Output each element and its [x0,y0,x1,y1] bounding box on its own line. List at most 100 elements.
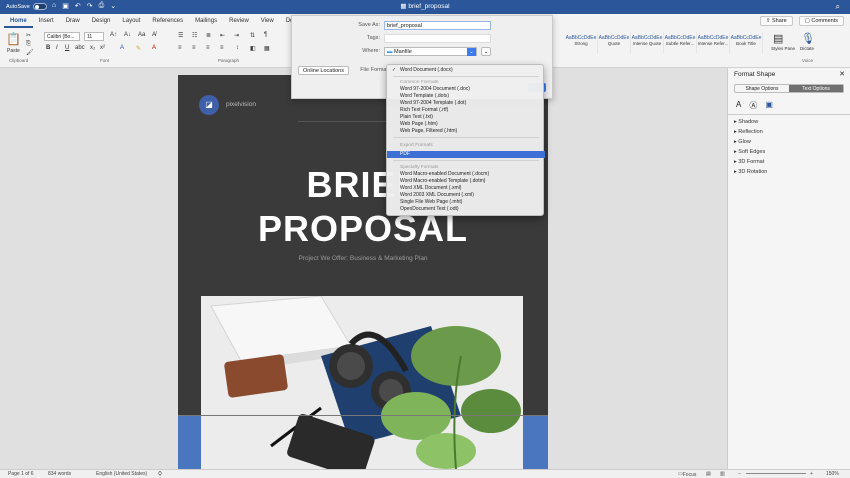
styles-pane-button[interactable]: Styles Pane [771,46,795,51]
text-fill-icon[interactable]: A [736,100,741,111]
menu-item-txt[interactable]: Plain Text (.txt) [387,114,545,121]
copy-icon[interactable]: ⎘ [26,41,31,48]
menu-item-dot[interactable]: Word 97-2004 Template (.dot) [387,100,545,107]
word-count[interactable]: 834 words [48,471,71,477]
superscript-button[interactable]: x² [100,45,105,51]
menu-item-htm-filtered[interactable]: Web Page, Filtered (.htm) [387,128,545,135]
tab-text-options[interactable]: Text Options [789,85,843,92]
justify-icon[interactable]: ≡ [220,45,224,51]
line-spacing-icon[interactable]: ↕ [236,45,239,51]
tab-insert[interactable]: Insert [33,14,60,28]
shrink-font-icon[interactable]: A↓ [124,32,131,38]
strikethrough-button[interactable]: abc [75,45,85,51]
style-strong[interactable]: AaBbCcDdEe Strong [565,32,598,54]
menu-item-htm[interactable]: Web Page (.htm) [387,121,545,128]
shading-icon[interactable]: ◧ [250,45,256,52]
underline-button[interactable]: U [65,45,69,51]
numbering-icon[interactable]: ☷ [192,32,197,39]
tab-layout[interactable]: Layout [116,14,146,28]
menu-item-mht[interactable]: Single File Web Page (.mht) [387,199,545,206]
subscript-button[interactable]: x₂ [90,45,95,51]
zoom-in-icon[interactable]: + [810,471,813,477]
paste-button[interactable]: Paste [7,48,20,54]
decrease-indent-icon[interactable]: ⇤ [220,32,225,39]
paste-icon[interactable]: 📋 [6,32,21,46]
increase-indent-icon[interactable]: ⇥ [234,32,239,39]
style-quote[interactable]: AaBbCcDdEe Quote [598,32,631,54]
style-intense-quote[interactable]: AaBbCcDdEe Intense Quote [631,32,664,54]
where-select[interactable]: ▬ Manfile ⌄ [384,47,477,56]
tab-mailings[interactable]: Mailings [189,14,223,28]
borders-icon[interactable]: ▦ [264,45,270,52]
menu-item-odt[interactable]: OpenDocument Text (.odt) [387,206,545,213]
tab-draw[interactable]: Draw [60,14,86,28]
menu-item-xml[interactable]: Word XML Document (.xml) [387,185,545,192]
bullets-icon[interactable]: ☰ [178,32,183,39]
focus-button[interactable]: ▭ Focus [678,471,696,478]
cut-icon[interactable]: ✂ [26,32,31,39]
menu-item-dotx[interactable]: Word Template (.dotx) [387,93,545,100]
align-left-icon[interactable]: ≡ [178,45,182,51]
tab-view[interactable]: View [255,14,280,28]
section-shadow[interactable]: ▸ Shadow [734,119,758,125]
page-count[interactable]: Page 1 of 6 [8,471,34,477]
menu-item-docm[interactable]: Word Macro-enabled Document (.docm) [387,171,545,178]
accessibility-icon[interactable]: ⛭ [158,471,162,477]
section-soft-edges[interactable]: ▸ Soft Edges [734,149,765,155]
styles-pane-icon[interactable]: ▤ [773,32,783,45]
menu-item-pdf[interactable]: PDF [387,151,545,158]
style-intense-reference[interactable]: AaBbCcDdEe Intense Refer... [697,32,730,54]
menu-item-doc[interactable]: Word 97-2004 Document (.doc) [387,86,545,93]
zoom-out-icon[interactable]: − [738,471,741,477]
close-icon[interactable]: ✕ [839,70,845,78]
cover-photo[interactable] [201,296,523,469]
language-indicator[interactable]: English (United States) [96,471,147,477]
bold-button[interactable]: B [46,45,50,51]
align-center-icon[interactable]: ≡ [192,45,196,51]
grow-font-icon[interactable]: A↑ [110,32,117,38]
document-subtitle[interactable]: Project We Offer: Business & Marketing P… [178,255,548,262]
comments-button[interactable]: ▢ Comments [798,16,844,26]
tags-input[interactable] [384,34,491,43]
format-painter-icon[interactable]: 🖌 [26,49,34,56]
clear-format-icon[interactable]: A̸ [152,32,156,38]
font-color-icon[interactable]: A [152,45,156,51]
microphone-icon[interactable]: 🎙 [801,32,815,45]
sort-icon[interactable]: ⇅ [250,32,255,39]
font-name-select[interactable]: Calibri (Bo... [44,32,80,41]
expand-dialog-button[interactable]: ⌄ [481,47,491,56]
tab-design[interactable]: Design [86,14,117,28]
section-3d-rotation[interactable]: ▸ 3D Rotation [734,169,767,175]
zoom-slider[interactable] [746,473,806,474]
font-size-select[interactable]: 11 [84,32,104,41]
text-effects-icon[interactable]: A [120,45,124,51]
section-reflection[interactable]: ▸ Reflection [734,129,763,135]
zoom-level[interactable]: 150% [826,471,839,477]
multilevel-list-icon[interactable]: ≣ [206,32,211,39]
highlight-icon[interactable]: ✎ [136,45,141,52]
save-as-input[interactable]: brief_proposal [384,21,491,30]
dictate-button[interactable]: Dictate [800,46,814,51]
print-layout-icon[interactable]: ▤ [706,471,711,477]
font-color-text-icon[interactable]: Aa [138,32,145,38]
web-layout-icon[interactable]: ▥ [720,471,725,477]
section-3d-format[interactable]: ▸ 3D Format [734,159,764,165]
tab-home[interactable]: Home [4,14,33,28]
tab-review[interactable]: Review [223,14,255,28]
style-book-title[interactable]: AaBbCcDdEe Book Title [730,32,763,54]
menu-item-dotm[interactable]: Word Macro-enabled Template (.dotm) [387,178,545,185]
align-right-icon[interactable]: ≡ [206,45,210,51]
tab-references[interactable]: References [146,14,189,28]
show-marks-icon[interactable]: ¶ [264,32,267,38]
menu-item-rtf[interactable]: Rich Text Format (.rtf) [387,107,545,114]
textbox-icon[interactable]: ▣ [765,100,773,111]
style-subtle-reference[interactable]: AaBbCcDdEe Subtle Refer... [664,32,697,54]
menu-item-docx[interactable]: ✓ Word Document (.docx) [387,67,545,74]
share-button[interactable]: ⇪ Share [759,16,793,26]
menu-item-xml-2003[interactable]: Word 2003 XML Document (.xml) [387,192,545,199]
text-effects-icon[interactable]: Ⓐ [749,100,757,111]
tab-shape-options[interactable]: Shape Options [735,85,789,92]
italic-button[interactable]: I [56,45,58,51]
search-icon[interactable]: ⌕ [836,2,840,12]
section-glow[interactable]: ▸ Glow [734,139,751,145]
